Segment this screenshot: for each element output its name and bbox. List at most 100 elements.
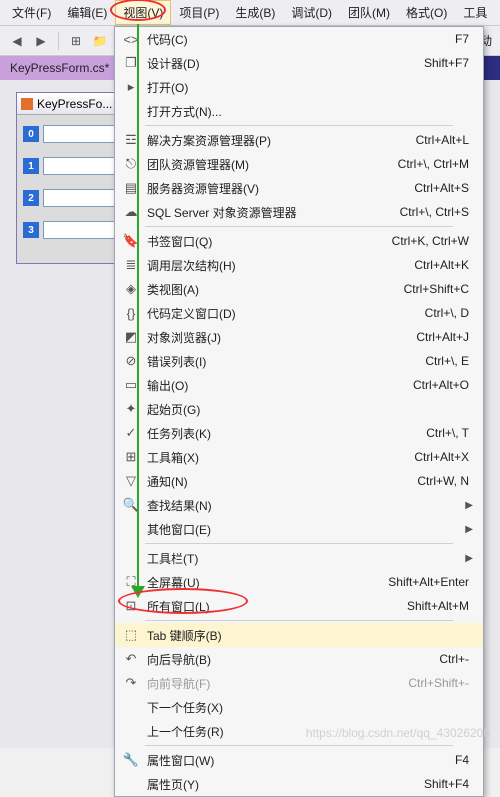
menu-item-label: 输出(O) bbox=[141, 377, 413, 394]
menu-item-shortcut: Ctrl+Shift+- bbox=[408, 676, 477, 690]
new-icon[interactable]: ⊞ bbox=[67, 32, 85, 50]
menu-item-shortcut: Ctrl+Alt+X bbox=[414, 450, 477, 464]
menu-item-label: 所有窗口(L) bbox=[141, 598, 407, 615]
menu-item[interactable]: 其他窗口(E)▶ bbox=[115, 517, 483, 541]
menu-item-shortcut: Shift+Alt+M bbox=[407, 599, 477, 613]
form-title-text: KeyPressFo... bbox=[37, 97, 112, 111]
menu-separator bbox=[145, 125, 453, 126]
menu-item[interactable]: 下一个任务(X) bbox=[115, 695, 483, 719]
menu-build[interactable]: 生成(B) bbox=[227, 0, 283, 25]
menu-item-label: 全屏幕(U) bbox=[141, 574, 388, 591]
menu-item[interactable]: 🔍查找结果(N)▶ bbox=[115, 493, 483, 517]
menu-team[interactable]: 团队(M) bbox=[340, 0, 398, 25]
menu-item[interactable]: ▽通知(N)Ctrl+W, N bbox=[115, 469, 483, 493]
menu-debug[interactable]: 调试(D) bbox=[283, 0, 340, 25]
menu-separator bbox=[145, 543, 453, 544]
menu-item-label: 服务器资源管理器(V) bbox=[141, 180, 414, 197]
menu-tools[interactable]: 工具 bbox=[455, 0, 495, 25]
menu-item[interactable]: ◩对象浏览器(J)Ctrl+Alt+J bbox=[115, 325, 483, 349]
menu-item-icon: ⊘ bbox=[121, 353, 141, 369]
menu-item-icon: ⊡ bbox=[121, 598, 141, 614]
menu-item-icon: <> bbox=[121, 32, 141, 47]
menu-item-shortcut: Ctrl+- bbox=[439, 652, 477, 666]
chevron-right-icon: ▶ bbox=[465, 500, 477, 511]
menu-item-shortcut: Ctrl+Alt+J bbox=[416, 330, 477, 344]
menu-item[interactable]: 上一个任务(R) bbox=[115, 719, 483, 743]
menu-item[interactable]: ≣调用层次结构(H)Ctrl+Alt+K bbox=[115, 253, 483, 277]
menu-item-label: 打开方式(N)... bbox=[141, 103, 469, 120]
menu-item[interactable]: 属性页(Y)Shift+F4 bbox=[115, 772, 483, 796]
menu-item-label: 解决方案资源管理器(P) bbox=[141, 132, 416, 149]
back-icon[interactable]: ◀ bbox=[8, 32, 26, 50]
menu-item[interactable]: ▤服务器资源管理器(V)Ctrl+Alt+S bbox=[115, 176, 483, 200]
menu-item[interactable]: ⬚Tab 键顺序(B) bbox=[115, 623, 483, 647]
menu-item[interactable]: ◈类视图(A)Ctrl+Shift+C bbox=[115, 277, 483, 301]
menu-item[interactable]: ▸打开(O) bbox=[115, 75, 483, 99]
menu-item-shortcut: Ctrl+Alt+S bbox=[414, 181, 477, 195]
menu-item-icon: ❐ bbox=[121, 55, 141, 71]
menu-item-shortcut: F7 bbox=[455, 32, 477, 46]
menu-item[interactable]: 🔧属性窗口(W)F4 bbox=[115, 748, 483, 772]
menu-item-label: 调用层次结构(H) bbox=[141, 257, 414, 274]
forward-icon[interactable]: ▶ bbox=[32, 32, 50, 50]
menu-item-icon: 🔧 bbox=[121, 752, 141, 768]
menu-item-icon: ☲ bbox=[121, 132, 141, 148]
menu-item-label: 上一个任务(R) bbox=[141, 723, 469, 740]
menu-item-icon: ⛶ bbox=[121, 574, 141, 590]
menu-item[interactable]: <>代码(C)F7 bbox=[115, 27, 483, 51]
menu-item-icon: ✓ bbox=[121, 425, 141, 441]
menu-item[interactable]: ☁SQL Server 对象资源管理器Ctrl+\, Ctrl+S bbox=[115, 200, 483, 224]
menu-item-label: 任务列表(K) bbox=[141, 425, 426, 442]
menu-item-label: SQL Server 对象资源管理器 bbox=[141, 204, 400, 221]
menu-item[interactable]: 工具栏(T)▶ bbox=[115, 546, 483, 570]
menu-item-icon: ↶ bbox=[121, 651, 141, 667]
menu-item[interactable]: ⎋团队资源管理器(M)Ctrl+\, Ctrl+M bbox=[115, 152, 483, 176]
menu-item-icon: ☁ bbox=[121, 204, 141, 220]
tab-label: KeyPressForm.cs* bbox=[10, 61, 109, 75]
menu-item-icon: 🔍 bbox=[121, 497, 141, 513]
menubar: 文件(F) 编辑(E) 视图(V) 项目(P) 生成(B) 调试(D) 团队(M… bbox=[0, 0, 500, 26]
menu-item-label: 代码定义窗口(D) bbox=[141, 305, 425, 322]
menu-item[interactable]: 打开方式(N)... bbox=[115, 99, 483, 123]
menu-item[interactable]: ▭输出(O)Ctrl+Alt+O bbox=[115, 373, 483, 397]
menu-item-label: 类视图(A) bbox=[141, 281, 404, 298]
separator bbox=[58, 32, 59, 50]
menu-item-icon: ↷ bbox=[121, 675, 141, 691]
menu-item[interactable]: {}代码定义窗口(D)Ctrl+\, D bbox=[115, 301, 483, 325]
menu-item[interactable]: ↶向后导航(B)Ctrl+- bbox=[115, 647, 483, 671]
menu-item[interactable]: ❐设计器(D)Shift+F7 bbox=[115, 51, 483, 75]
menu-file[interactable]: 文件(F) bbox=[4, 0, 59, 25]
menu-item[interactable]: ✓任务列表(K)Ctrl+\, T bbox=[115, 421, 483, 445]
menu-item-icon: ▤ bbox=[121, 180, 141, 196]
menu-separator bbox=[145, 620, 453, 621]
menu-format[interactable]: 格式(O) bbox=[398, 0, 455, 25]
menu-item[interactable]: ⊞工具箱(X)Ctrl+Alt+X bbox=[115, 445, 483, 469]
menu-view[interactable]: 视图(V) bbox=[115, 0, 171, 25]
menu-item-shortcut: Ctrl+Alt+K bbox=[414, 258, 477, 272]
tab-index-1: 1 bbox=[23, 158, 39, 174]
menu-item-label: 工具栏(T) bbox=[141, 550, 465, 567]
menu-item-label: 属性页(Y) bbox=[141, 776, 424, 793]
menu-item[interactable]: ☲解决方案资源管理器(P)Ctrl+Alt+L bbox=[115, 128, 483, 152]
menu-item-label: 打开(O) bbox=[141, 79, 469, 96]
menu-item[interactable]: ⛶全屏幕(U)Shift+Alt+Enter bbox=[115, 570, 483, 594]
menu-item-shortcut: Ctrl+\, Ctrl+S bbox=[400, 205, 477, 219]
menu-item-shortcut: Shift+F4 bbox=[424, 777, 477, 791]
menu-edit[interactable]: 编辑(E) bbox=[59, 0, 115, 25]
menu-item-label: 对象浏览器(J) bbox=[141, 329, 416, 346]
menu-item-label: 下一个任务(X) bbox=[141, 699, 469, 716]
tab-index-0: 0 bbox=[23, 126, 39, 142]
menu-item-shortcut: Ctrl+Alt+O bbox=[413, 378, 477, 392]
menu-item[interactable]: ✦起始页(G) bbox=[115, 397, 483, 421]
menu-item-shortcut: Ctrl+\, Ctrl+M bbox=[398, 157, 477, 171]
folder-icon[interactable]: 📁 bbox=[91, 32, 109, 50]
menu-project[interactable]: 项目(P) bbox=[171, 0, 227, 25]
menu-item-icon: ⎋ bbox=[121, 156, 141, 172]
menu-item[interactable]: 🔖书签窗口(Q)Ctrl+K, Ctrl+W bbox=[115, 229, 483, 253]
chevron-right-icon: ▶ bbox=[465, 524, 477, 535]
menu-item-icon: ▸ bbox=[121, 79, 141, 95]
menu-item-label: 其他窗口(E) bbox=[141, 521, 465, 538]
menu-item[interactable]: ⊘错误列表(I)Ctrl+\, E bbox=[115, 349, 483, 373]
menu-separator bbox=[145, 745, 453, 746]
menu-item[interactable]: ⊡所有窗口(L)Shift+Alt+M bbox=[115, 594, 483, 618]
